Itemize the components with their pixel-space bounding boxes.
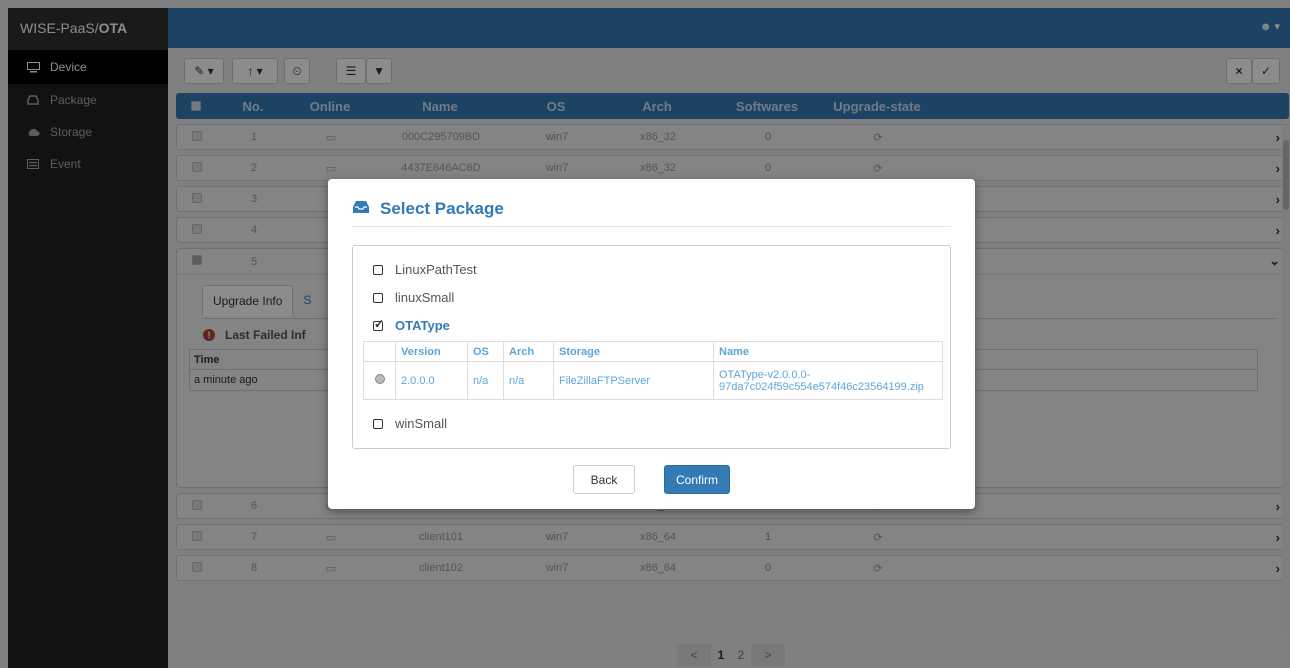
column-header [363,341,396,362]
column-header: Name [713,341,943,362]
dialog-title: Select Package [352,199,951,227]
version-table: Version OS Arch Storage Name 2.0.0.0 n/a… [363,341,943,400]
package-checkbox[interactable] [373,292,383,303]
package-label: winSmall [395,416,448,431]
package-option[interactable]: LinuxPathTest [373,262,477,277]
column-header: OS [467,341,504,362]
inbox-icon [352,199,370,219]
column-header: Arch [503,341,554,362]
table-cell: n/a [503,361,554,400]
back-button[interactable]: Back [573,465,635,494]
table-cell: 2.0.0.0 [395,361,468,400]
package-label: LinuxPathTest [395,262,477,277]
column-header: Version [395,341,468,362]
version-radio[interactable] [363,361,396,400]
package-checkbox[interactable] [373,264,383,275]
package-option[interactable]: winSmall [373,416,447,431]
package-label: linuxSmall [395,290,455,305]
version-row[interactable]: 2.0.0.0 n/a n/a FileZillaFTPServer OTATy… [363,361,943,400]
select-package-dialog: Select Package LinuxPathTest linuxSmall … [328,179,975,509]
column-header: Storage [553,341,714,362]
version-table-header: Version OS Arch Storage Name [363,341,943,362]
package-checkbox[interactable] [373,317,384,331]
dialog-title-text: Select Package [380,199,504,218]
package-file-hash: 97da7c024f59c554e574f46c23564199.zip [719,380,924,393]
table-cell: n/a [467,361,504,400]
package-list: LinuxPathTest linuxSmall OTAType Version… [352,245,951,449]
package-option[interactable]: OTAType [373,317,450,333]
table-cell: OTAType-v2.0.0.0- 97da7c024f59c554e574f4… [713,361,943,400]
package-label: OTAType [395,318,450,333]
confirm-button[interactable]: Confirm [664,465,730,494]
package-option[interactable]: linuxSmall [373,290,454,305]
package-checkbox[interactable] [373,418,383,429]
table-cell: FileZillaFTPServer [553,361,714,400]
package-file-name: OTAType-v2.0.0.0- [719,368,811,381]
